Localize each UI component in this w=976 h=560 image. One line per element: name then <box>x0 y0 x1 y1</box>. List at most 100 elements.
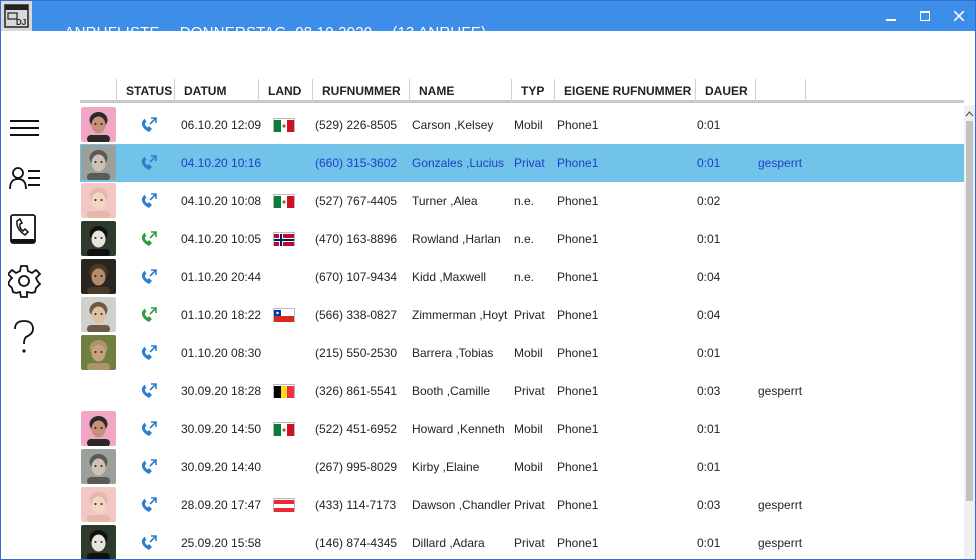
table-row[interactable]: 04.10.20 10:16 (660) 315-3602 Gonzales ,Lu… <box>80 144 964 182</box>
column-header-name[interactable]: NAME <box>409 79 511 103</box>
cell-typ: Mobil <box>514 422 543 436</box>
cell-eigene-rufnummer: Phone1 <box>557 118 599 132</box>
country-flag-icon <box>273 308 295 322</box>
cell-datum: 30.09.20 18:28 <box>181 384 262 398</box>
cell-typ: Privat <box>514 384 545 398</box>
country-flag-icon <box>273 194 295 208</box>
app-icon[interactable]: DJ <box>1 1 32 31</box>
country-flag-icon <box>273 118 295 132</box>
table-row[interactable]: 30.09.20 14:40 (267) 995-8029 Kirby ,Elain… <box>80 448 964 486</box>
cell-eigene-rufnummer: Phone1 <box>557 460 599 474</box>
cell-typ: Privat <box>514 498 545 512</box>
cell-datum: 04.10.20 10:05 <box>181 232 262 246</box>
svg-text:DJ: DJ <box>16 18 26 27</box>
title-call-count: (13 ANRUFE) <box>392 24 487 41</box>
table-row[interactable]: 01.10.20 08:30 (215) 550-2530 Barrera ,Tob… <box>80 334 964 372</box>
table-row[interactable]: 25.09.20 15:58 (146) 874-4345 Dillard ,Ada… <box>80 524 964 559</box>
table-header: STATUS DATUM LAND RUFNUMMER NAME TYP EIG… <box>80 79 964 103</box>
cell-rufnummer: (527) 767-4405 <box>315 194 398 208</box>
avatar <box>81 411 116 446</box>
cell-typ: n.e. <box>514 270 535 284</box>
cell-name: Howard ,Kenneth <box>412 422 505 436</box>
cell-typ: Mobil <box>514 346 543 360</box>
table-row[interactable]: 01.10.20 18:22 (566) 338-0827 Zimmerman ,H… <box>80 296 964 334</box>
avatar <box>81 145 116 180</box>
column-header-datum[interactable]: DATUM <box>174 79 258 103</box>
incoming-call-icon <box>140 117 158 138</box>
avatar <box>81 183 116 218</box>
table-row[interactable]: 04.10.20 10:08 (527) 767-4405 Turner ,Alea… <box>80 182 964 220</box>
table-row[interactable]: 30.09.20 18:28 (326) 861-5541 Booth ,Camil… <box>80 372 964 410</box>
cell-dauer: 0:01 <box>697 346 721 360</box>
sidebar-item-settings[interactable] <box>4 259 44 303</box>
cell-eigene-rufnummer: Phone1 <box>557 156 599 170</box>
cell-rufnummer: (660) 315-3602 <box>315 156 398 170</box>
column-header-filler <box>805 79 964 103</box>
cell-name: Turner ,Alea <box>412 194 478 208</box>
scroll-thumb[interactable] <box>966 121 973 501</box>
vertical-scrollbar[interactable] <box>964 105 975 559</box>
cell-datum: 30.09.20 14:50 <box>181 422 262 436</box>
contact-list-icon <box>9 167 40 190</box>
cell-eigene-rufnummer: Phone1 <box>557 346 599 360</box>
cell-rufnummer: (326) 861-5541 <box>315 384 398 398</box>
sidebar-item-phonebook[interactable] <box>4 207 44 251</box>
incoming-call-icon <box>140 497 158 518</box>
cell-eigene-rufnummer: Phone1 <box>557 536 599 550</box>
cell-eigene-rufnummer: Phone1 <box>557 232 599 246</box>
cell-datum: 04.10.20 10:16 <box>181 156 262 170</box>
cell-typ: n.e. <box>514 232 535 246</box>
cell-name: Zimmerman ,Hoyt <box>412 308 508 322</box>
phonebook-icon <box>10 214 36 244</box>
maximize-button[interactable] <box>908 1 942 31</box>
cell-typ: Privat <box>514 536 545 550</box>
column-header-dauer[interactable]: DAUER <box>695 79 755 103</box>
avatar <box>81 487 116 522</box>
sidebar-item-help[interactable] <box>4 313 44 357</box>
table-row[interactable]: 30.09.20 14:50 (522) 451-6952 Howard ,Kenn… <box>80 410 964 448</box>
gear-icon <box>8 265 42 298</box>
minimize-button[interactable] <box>874 1 908 31</box>
scroll-up-button[interactable] <box>964 107 975 119</box>
country-flag-icon <box>273 422 295 436</box>
cell-typ: Mobil <box>514 460 543 474</box>
cell-datum: 01.10.20 18:22 <box>181 308 262 322</box>
cell-eigene-rufnummer: Phone1 <box>557 498 599 512</box>
cell-rufnummer: (433) 114-7173 <box>315 498 397 512</box>
cell-typ: Privat <box>514 156 545 170</box>
incoming-call-icon <box>140 421 158 442</box>
sidebar-item-menu[interactable] <box>4 107 44 151</box>
cell-eigene-rufnummer: Phone1 <box>557 194 599 208</box>
column-header-status[interactable]: STATUS <box>116 79 174 103</box>
table-row[interactable]: 01.10.20 20:44 (670) 107-9434 Kidd ,Maxwel… <box>80 258 964 296</box>
cell-dauer: 0:01 <box>697 156 721 170</box>
cell-dauer: 0:01 <box>697 460 721 474</box>
column-header-extra[interactable] <box>755 79 805 103</box>
column-header-eigene-rufnummer[interactable]: EIGENE RUFNUMMER <box>554 79 695 103</box>
cell-rufnummer: (267) 995-8029 <box>315 460 398 474</box>
call-list-table: STATUS DATUM LAND RUFNUMMER NAME TYP EIG… <box>80 79 975 559</box>
cell-datum: 30.09.20 14:40 <box>181 460 262 474</box>
table-row[interactable]: 04.10.20 10:05 (470) 163-8896 Rowland ,Har… <box>80 220 964 258</box>
cell-dauer: 0:01 <box>697 422 721 436</box>
avatar <box>81 449 116 484</box>
column-header-land[interactable]: LAND <box>258 79 312 103</box>
cell-rufnummer: (670) 107-9434 <box>315 270 398 284</box>
cell-rufnummer: (470) 163-8896 <box>315 232 398 246</box>
table-row[interactable]: 06.10.20 12:09 (529) 226-8505 Carson ,Kels… <box>80 106 964 144</box>
cell-typ: Mobil <box>514 118 543 132</box>
cell-datum: 06.10.20 12:09 <box>181 118 262 132</box>
cell-name: Dawson ,Chandler <box>412 498 511 512</box>
column-header-rufnummer[interactable]: RUFNUMMER <box>312 79 409 103</box>
incoming-call-icon <box>140 383 158 404</box>
table-row[interactable]: 28.09.20 17:47 (433) 114-7173 Dawson ,Chan… <box>80 486 964 524</box>
country-flag-icon <box>273 498 295 512</box>
close-button[interactable] <box>942 1 975 31</box>
avatar <box>81 259 116 294</box>
cell-name: Barrera ,Tobias <box>412 346 494 360</box>
avatar <box>81 335 116 370</box>
sidebar-item-contacts[interactable] <box>4 157 44 201</box>
cell-datum: 01.10.20 08:30 <box>181 346 262 360</box>
column-header-typ[interactable]: TYP <box>511 79 554 103</box>
avatar <box>81 221 116 256</box>
